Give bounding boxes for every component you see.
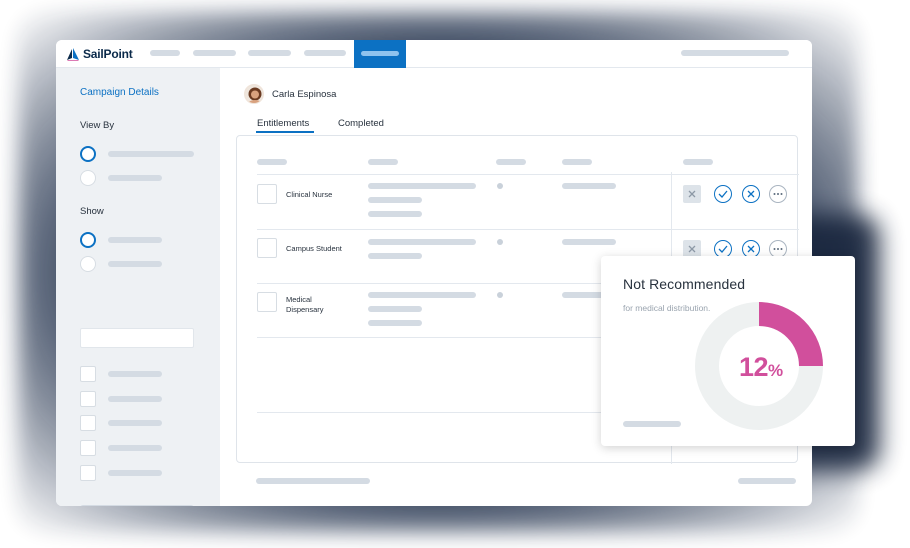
logo-text: SailPoint (83, 47, 133, 61)
sail-icon (67, 47, 79, 61)
filter-checkbox-label (108, 445, 162, 451)
show-radio-selected[interactable] (80, 232, 96, 248)
filter-checkbox[interactable] (80, 465, 96, 481)
row-cell-placeholder (562, 239, 616, 245)
status-dot (497, 183, 503, 189)
row-divider (257, 174, 799, 175)
view-by-label: View By (80, 120, 115, 131)
column-header (368, 159, 398, 165)
status-dot (497, 239, 503, 245)
view-by-radio-selected[interactable] (80, 146, 96, 162)
row-cell-placeholder (368, 306, 422, 312)
column-header (496, 159, 526, 165)
card-title: Not Recommended (623, 276, 746, 292)
more-circle-icon[interactable] (769, 185, 787, 203)
column-header (257, 159, 287, 165)
nav-item-active[interactable] (354, 40, 406, 68)
row-cell-placeholder (368, 183, 476, 189)
row-cell-placeholder (562, 183, 616, 189)
show-option-label (108, 261, 162, 267)
nav-active-bar (361, 51, 399, 56)
row-cell-placeholder (368, 253, 422, 259)
tab-entitlements[interactable]: Entitlements (257, 118, 309, 129)
row-cell-placeholder (368, 197, 422, 203)
campaign-details-link[interactable]: Campaign Details (80, 87, 159, 98)
row-entitlement-name: Campus Student (286, 244, 342, 253)
reviewer-header: Carla Espinosa (244, 84, 336, 104)
row-checkbox[interactable] (257, 238, 277, 258)
nav-item[interactable] (150, 50, 180, 56)
pagination-placeholder[interactable] (738, 478, 796, 484)
sidebar: Campaign Details View By Show (56, 68, 220, 506)
row-cell-placeholder (368, 320, 422, 326)
filter-checkbox-label (108, 420, 162, 426)
avatar[interactable] (244, 84, 264, 104)
percentage-number: 12 (739, 352, 769, 382)
nav-item[interactable] (193, 50, 236, 56)
status-dot (497, 292, 503, 298)
filter-checkbox-label (108, 371, 162, 377)
filter-checkbox-label (108, 470, 162, 476)
nav-item[interactable] (248, 50, 291, 56)
column-header (562, 159, 592, 165)
close-square-icon[interactable] (683, 185, 701, 203)
show-radio[interactable] (80, 256, 96, 272)
x-circle-icon[interactable] (742, 185, 760, 203)
row-divider (257, 229, 799, 230)
sailpoint-logo[interactable]: SailPoint (66, 47, 133, 61)
filter-input[interactable] (80, 328, 194, 348)
row-cell-placeholder (368, 292, 476, 298)
filter-checkbox[interactable] (80, 366, 96, 382)
filter-checkbox[interactable] (80, 440, 96, 456)
view-by-option-label (108, 151, 194, 157)
active-tab-indicator (256, 131, 314, 133)
tab-completed[interactable]: Completed (338, 118, 384, 129)
percentage-value: 12% (739, 352, 783, 383)
top-navigation-bar: SailPoint (56, 40, 812, 68)
nav-account-placeholder[interactable] (681, 50, 789, 56)
column-header (683, 159, 713, 165)
row-entitlement-name: Medical Dispensary (286, 295, 324, 314)
show-label: Show (80, 206, 104, 217)
card-footer-placeholder (623, 421, 681, 427)
avatar-portrait-icon (245, 85, 263, 103)
row-checkbox[interactable] (257, 292, 277, 312)
filter-checkbox[interactable] (80, 415, 96, 431)
row-cell-placeholder (368, 211, 422, 217)
reviewer-name: Carla Espinosa (272, 88, 337, 100)
row-checkbox[interactable] (257, 184, 277, 204)
footer-placeholder (256, 478, 370, 484)
show-option-label (108, 237, 162, 243)
view-by-option-label (108, 175, 162, 181)
filter-checkbox-label (108, 396, 162, 402)
view-by-radio[interactable] (80, 170, 96, 186)
nav-item[interactable] (304, 50, 346, 56)
row-cell-placeholder (368, 239, 476, 245)
percentage-sign: % (768, 361, 783, 380)
not-recommended-card: Not Recommended for medical distribution… (601, 256, 855, 446)
sidebar-footer-placeholder (80, 505, 194, 506)
check-circle-icon[interactable] (714, 185, 732, 203)
filter-checkbox[interactable] (80, 391, 96, 407)
row-entitlement-name: Clinical Nurse (286, 190, 333, 199)
